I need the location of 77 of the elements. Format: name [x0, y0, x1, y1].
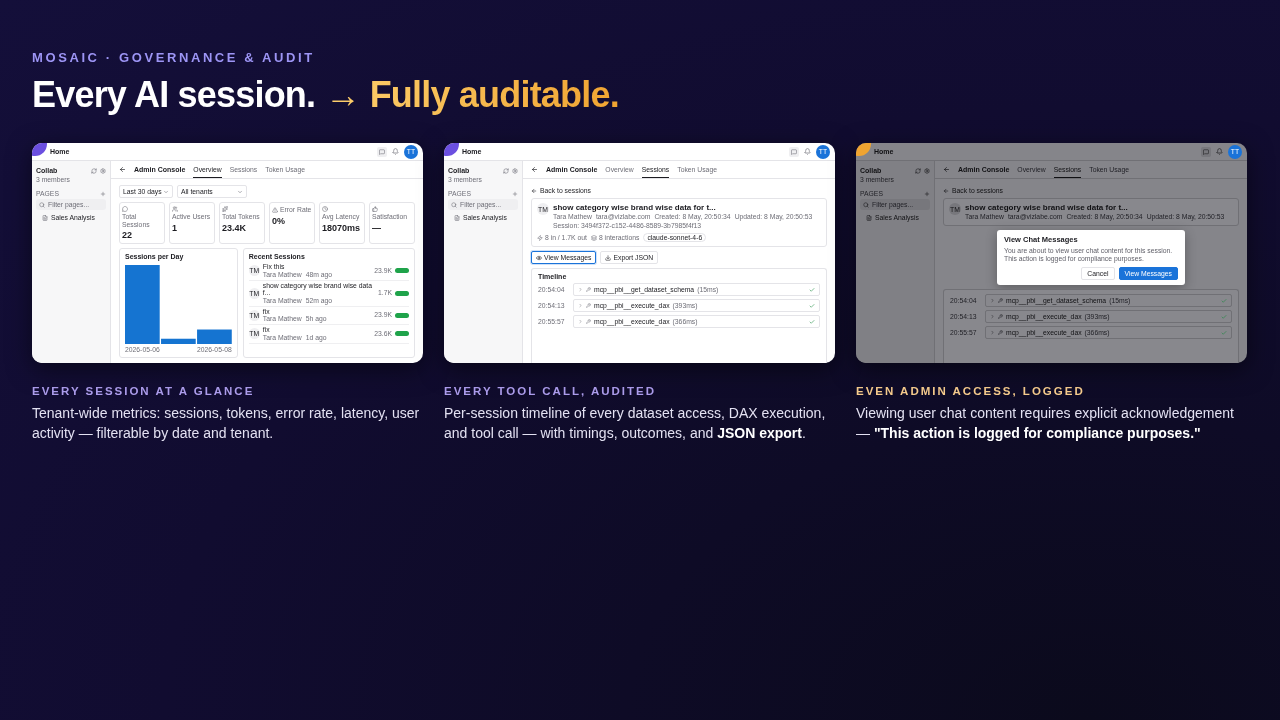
- settings-icon: [924, 167, 930, 174]
- chat-icon: [1203, 148, 1209, 155]
- chevron-right-icon: [990, 298, 995, 303]
- clock-icon: [322, 206, 328, 212]
- chat-button[interactable]: [377, 146, 387, 157]
- chevron-down-icon: [163, 188, 169, 195]
- chevron-right-icon: [578, 287, 583, 292]
- chevron-down-icon: [237, 188, 243, 195]
- headline: Every AI session.: [32, 73, 316, 117]
- refresh-icon: [91, 167, 97, 174]
- session-title: show category wise brand wise data for t...: [553, 203, 717, 212]
- metric-value: —: [372, 222, 382, 233]
- check-icon: [809, 302, 815, 309]
- wrench-icon: [586, 287, 591, 292]
- chat-button[interactable]: [1201, 146, 1211, 157]
- chevron-right-icon: [990, 314, 995, 319]
- caption-text: Per-session timeline of every dataset access, DAX execution, and tool call — with timings, outcomes, and JSON export.: [444, 404, 827, 443]
- metric-value: 22: [122, 230, 133, 240]
- chat-icon: [791, 148, 797, 155]
- metric-value: 18070ms: [322, 222, 362, 233]
- status-pill: [395, 268, 409, 274]
- caption-title: EVERY TOOL CALL, AUDITED: [444, 385, 657, 397]
- download-icon: [605, 254, 612, 261]
- wrench-icon: [586, 303, 591, 308]
- chat-icon: [379, 148, 385, 155]
- plus-icon: [512, 190, 518, 197]
- arrow-left-icon: [119, 166, 126, 173]
- metric-value: 23.4K: [222, 222, 248, 233]
- metric-value: 1: [172, 222, 178, 233]
- plus-icon: [924, 190, 930, 197]
- wrench-icon: [998, 330, 1003, 335]
- warning-icon: [272, 206, 278, 213]
- bell-icon: [804, 148, 811, 155]
- chat-bubble-icon: [122, 206, 128, 212]
- refresh-icon: [915, 167, 921, 174]
- search-icon: [39, 201, 45, 208]
- eye-icon: [536, 254, 542, 261]
- wrench-icon: [586, 319, 591, 324]
- check-icon: [809, 286, 815, 293]
- document-icon: [866, 214, 872, 221]
- bolt-icon: [537, 234, 543, 241]
- plus-icon: [100, 190, 106, 197]
- chevron-right-icon: [578, 303, 583, 308]
- refresh-icon: [503, 167, 509, 174]
- caption-title: EVERY SESSION AT A GLANCE: [32, 385, 256, 397]
- check-icon: [809, 318, 815, 325]
- wrench-icon: [998, 298, 1003, 303]
- chevron-right-icon: [990, 330, 995, 335]
- bell-icon: [392, 148, 399, 155]
- session-title: show category wise brand wise data for t...: [965, 203, 1129, 212]
- check-icon: [1221, 329, 1227, 336]
- arrow-left-icon: [943, 166, 950, 173]
- wrench-icon: [998, 314, 1003, 319]
- search-icon: [451, 201, 457, 208]
- arrow-left-icon: [943, 187, 949, 194]
- status-pill: [395, 312, 409, 318]
- caption-text: Viewing user chat content requires explicit acknowledgement — "This action is logged for compliance purposes.": [856, 404, 1235, 443]
- check-icon: [1221, 297, 1227, 304]
- search-icon: [863, 201, 869, 208]
- caption-text: Tenant-wide metrics: sessions, tokens, error rate, latency, user activity — filterable by date and tenant.: [32, 404, 421, 443]
- settings-icon: [100, 167, 106, 174]
- status-pill: [395, 290, 409, 296]
- users-icon: [172, 206, 178, 212]
- document-icon: [454, 214, 460, 221]
- document-icon: [42, 214, 48, 221]
- settings-icon: [512, 167, 518, 174]
- eyebrow-label: MOSAIC · GOVERNANCE & AUDIT: [32, 50, 316, 65]
- check-icon: [1221, 313, 1227, 320]
- caption-title: EVEN ADMIN ACCESS, LOGGED: [856, 385, 1086, 397]
- chat-button[interactable]: [789, 146, 799, 157]
- bell-icon: [1216, 148, 1223, 155]
- thumbs-up-icon: [372, 206, 378, 212]
- chevron-right-icon: [578, 319, 583, 324]
- metric-value: 0%: [272, 215, 286, 226]
- arrow-left-icon: [531, 166, 538, 173]
- status-pill: [395, 331, 409, 337]
- arrow-left-icon: [531, 187, 537, 194]
